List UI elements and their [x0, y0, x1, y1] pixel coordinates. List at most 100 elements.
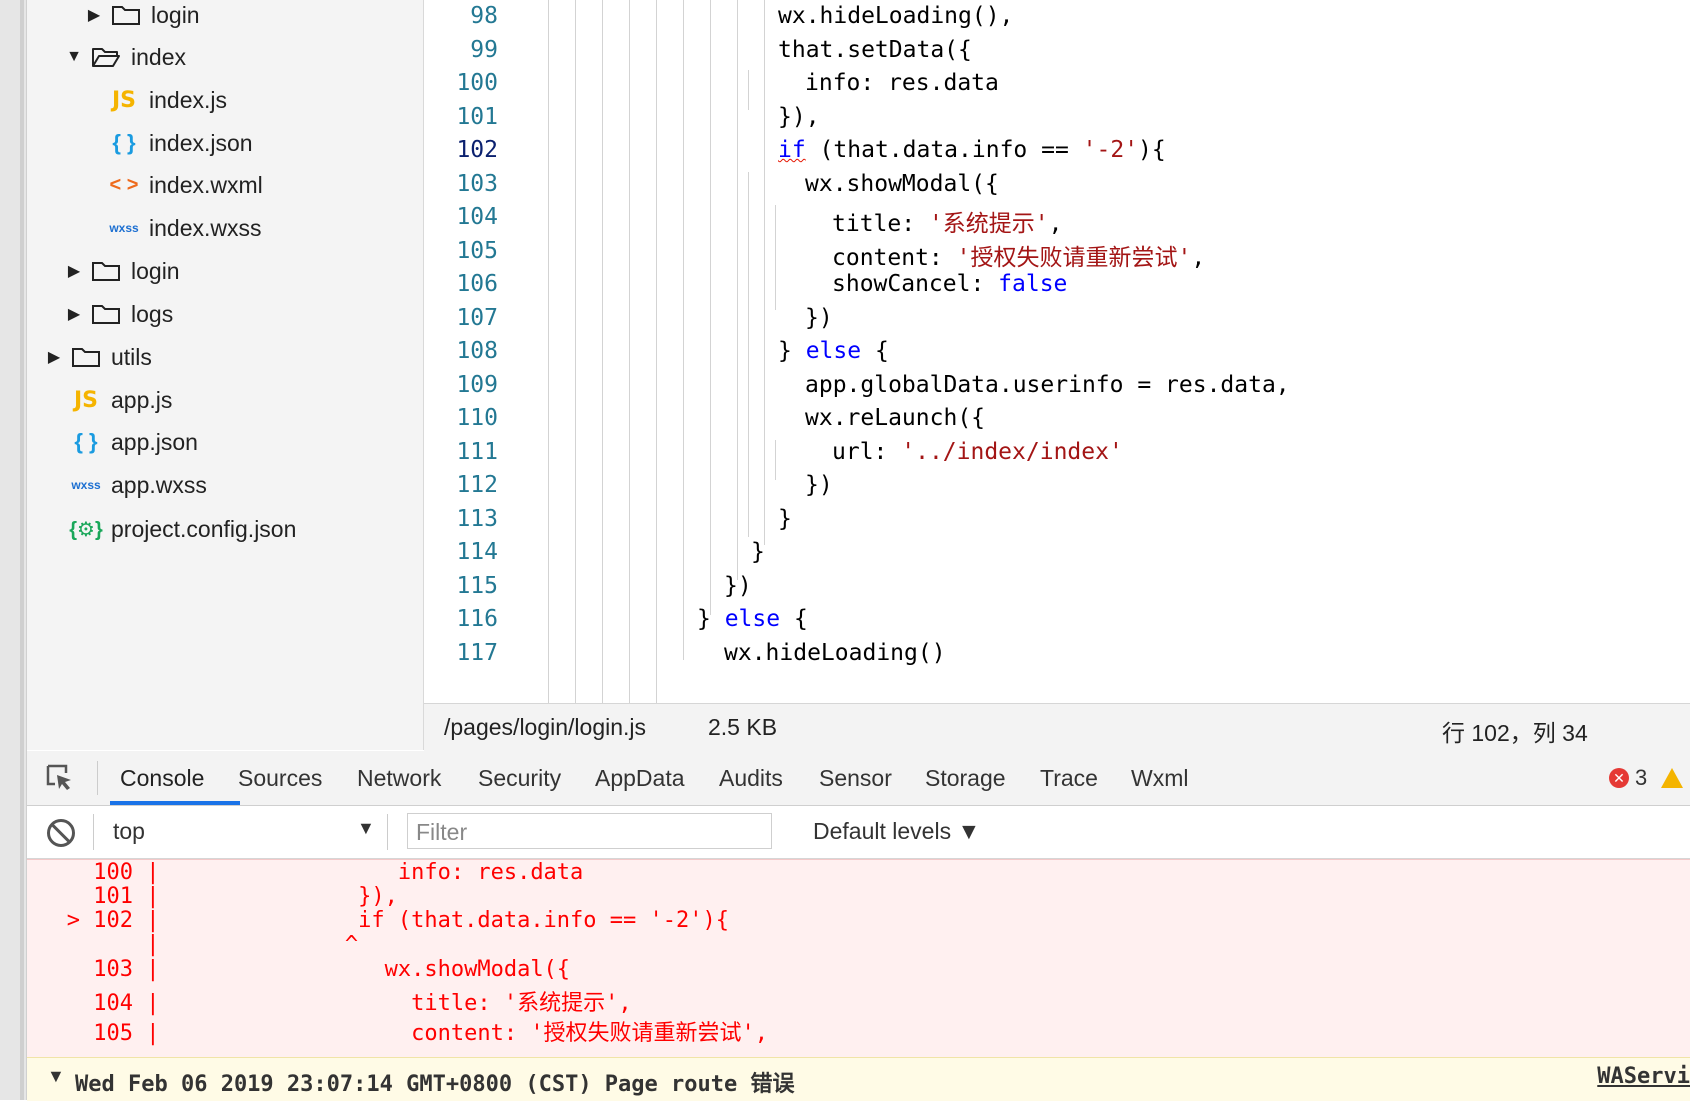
line-number: 117	[456, 640, 498, 666]
code-text: ,	[1048, 211, 1063, 237]
tree-item-app-wxss[interactable]: wxss app.wxss	[69, 465, 207, 505]
tree-item-project-config[interactable]: {⚙} project.config.json	[69, 509, 296, 549]
gutter-strip	[20, 0, 24, 1100]
tree-item-label: index	[131, 43, 186, 70]
tree-item-index-json[interactable]: { } index.json	[107, 123, 253, 163]
tab-appdata[interactable]: AppData	[595, 765, 685, 792]
caret-right-icon[interactable]: ▶	[85, 5, 103, 25]
console-message-text: Wed Feb 06 2019 23:07:14 GMT+0800 (CST) …	[75, 1072, 795, 1097]
error-count-badge[interactable]: ✕ 3	[1609, 765, 1684, 791]
code-line[interactable]: wx.hideLoading()	[724, 640, 946, 666]
code-line[interactable]: wx.hideLoading(),	[778, 3, 1013, 29]
cursor-position[interactable]: 行 102，列 34	[1442, 714, 1588, 748]
caret-right-icon[interactable]: ▶	[65, 304, 83, 324]
tab-security[interactable]: Security	[478, 765, 561, 792]
code-line[interactable]: })	[724, 573, 752, 599]
tab-sources[interactable]: Sources	[238, 765, 322, 792]
tree-item-label: login	[151, 1, 200, 28]
file-size: 2.5 KB	[708, 714, 778, 740]
line-number: 109	[456, 372, 498, 398]
filter-input[interactable]: Filter	[407, 813, 772, 849]
code-line[interactable]: } else {	[697, 606, 808, 632]
line-number: 98	[470, 3, 498, 29]
code-text: {	[780, 606, 808, 632]
tree-item-index-wxml[interactable]: < > index.wxml	[107, 165, 263, 205]
code-line[interactable]: wx.showModal({	[805, 171, 999, 197]
line-number: 104	[456, 204, 498, 230]
tree-item-index-wxss[interactable]: wxss index.wxss	[107, 208, 261, 248]
line-number: 116	[456, 606, 498, 632]
tree-item-login[interactable]: ▶ login	[65, 251, 180, 291]
code-line[interactable]: }),	[778, 104, 820, 130]
code-line[interactable]: title: '系统提示',	[832, 204, 1063, 238]
tree-item-app-json[interactable]: { } app.json	[69, 422, 198, 462]
tree-item-logs[interactable]: ▶ logs	[65, 294, 173, 334]
code-line[interactable]: })	[805, 305, 833, 331]
toolbar-divider	[93, 814, 94, 850]
code-text: }	[778, 338, 806, 364]
file-path: /pages/login/login.js	[444, 714, 647, 740]
log-levels-label: Default levels	[813, 818, 952, 844]
keyword-token: if	[778, 137, 806, 163]
tree-item-utils[interactable]: ▶ utils	[45, 337, 152, 377]
code-line[interactable]: showCancel: false	[832, 271, 1067, 297]
inspect-element-icon[interactable]	[45, 763, 75, 793]
clear-console-icon[interactable]	[47, 819, 75, 847]
code-text: wx.hideLoading()	[724, 640, 946, 666]
tree-item-index-js[interactable]: JS index.js	[107, 80, 227, 120]
tree-item-label: index.json	[149, 129, 253, 156]
tab-audits[interactable]: Audits	[719, 765, 783, 792]
code-text: ,	[1191, 245, 1206, 271]
indent-guide	[764, 0, 765, 545]
code-line[interactable]: }	[778, 506, 792, 532]
code-text: wx.hideLoading(),	[778, 3, 1014, 29]
tab-wxml[interactable]: Wxml	[1131, 765, 1188, 792]
tree-item-app-js[interactable]: JS app.js	[69, 380, 172, 420]
code-line[interactable]: info: res.data	[805, 70, 999, 96]
code-line[interactable]: } else {	[778, 338, 889, 364]
code-editor[interactable]: 98 99 100 101 102 103 104 105 106 107 10…	[424, 0, 1690, 703]
tab-storage[interactable]: Storage	[925, 765, 1006, 792]
log-levels-dropdown[interactable]: Default levels ▼	[813, 818, 980, 845]
tree-item-label: app.js	[111, 386, 173, 413]
code-line[interactable]: }	[751, 539, 765, 565]
code-text: ){	[1138, 137, 1166, 163]
tree-item-login-top[interactable]: ▶ login	[85, 0, 200, 35]
code-line[interactable]: that.setData({	[778, 37, 972, 63]
caret-down-icon[interactable]: ▼	[47, 1066, 65, 1087]
console-line: 105 | content: '授权失败请重新尝试',	[27, 1021, 769, 1046]
tree-item-label: app.wxss	[111, 471, 207, 498]
source-link[interactable]: WAServi	[1597, 1064, 1690, 1089]
indent-guide	[602, 0, 603, 703]
code-text: app.globalData.userinfo = res.data,	[805, 372, 1290, 398]
active-tab-indicator	[110, 801, 240, 805]
tab-console[interactable]: Console	[120, 765, 204, 792]
console-message[interactable]: ▼ Wed Feb 06 2019 23:07:14 GMT+0800 (CST…	[27, 1057, 1690, 1101]
caret-down-icon[interactable]: ▼	[65, 48, 83, 66]
line-number: 103	[456, 171, 498, 197]
line-number: 106	[456, 271, 498, 297]
code-line[interactable]: wx.reLaunch({	[805, 405, 985, 431]
indent-guide	[629, 0, 630, 703]
code-line[interactable]: url: '../index/index'	[832, 439, 1123, 465]
tab-trace[interactable]: Trace	[1040, 765, 1098, 792]
code-text: }	[778, 506, 792, 532]
code-text: that.setData({	[778, 37, 972, 63]
tab-sensor[interactable]: Sensor	[819, 765, 892, 792]
console-line: 104 | title: '系统提示',	[27, 991, 632, 1016]
line-number: 115	[456, 573, 498, 599]
context-selector[interactable]: top	[113, 818, 145, 845]
string-token: '-2'	[1082, 137, 1139, 163]
code-line[interactable]: content: '授权失败请重新尝试',	[832, 238, 1205, 272]
code-text: (that.data.info ==	[805, 137, 1083, 163]
code-line-current[interactable]: if (that.data.info == '-2'){	[778, 137, 1166, 163]
code-line[interactable]: })	[805, 472, 833, 498]
tab-network[interactable]: Network	[357, 765, 441, 792]
code-text: showCancel:	[832, 271, 999, 297]
code-line[interactable]: app.globalData.userinfo = res.data,	[805, 372, 1290, 398]
chevron-down-icon[interactable]: ▼	[357, 818, 375, 839]
caret-right-icon[interactable]: ▶	[45, 347, 63, 367]
tree-item-label: index.wxss	[149, 214, 262, 241]
tree-item-index[interactable]: ▼ index	[65, 37, 186, 77]
caret-right-icon[interactable]: ▶	[65, 261, 83, 281]
